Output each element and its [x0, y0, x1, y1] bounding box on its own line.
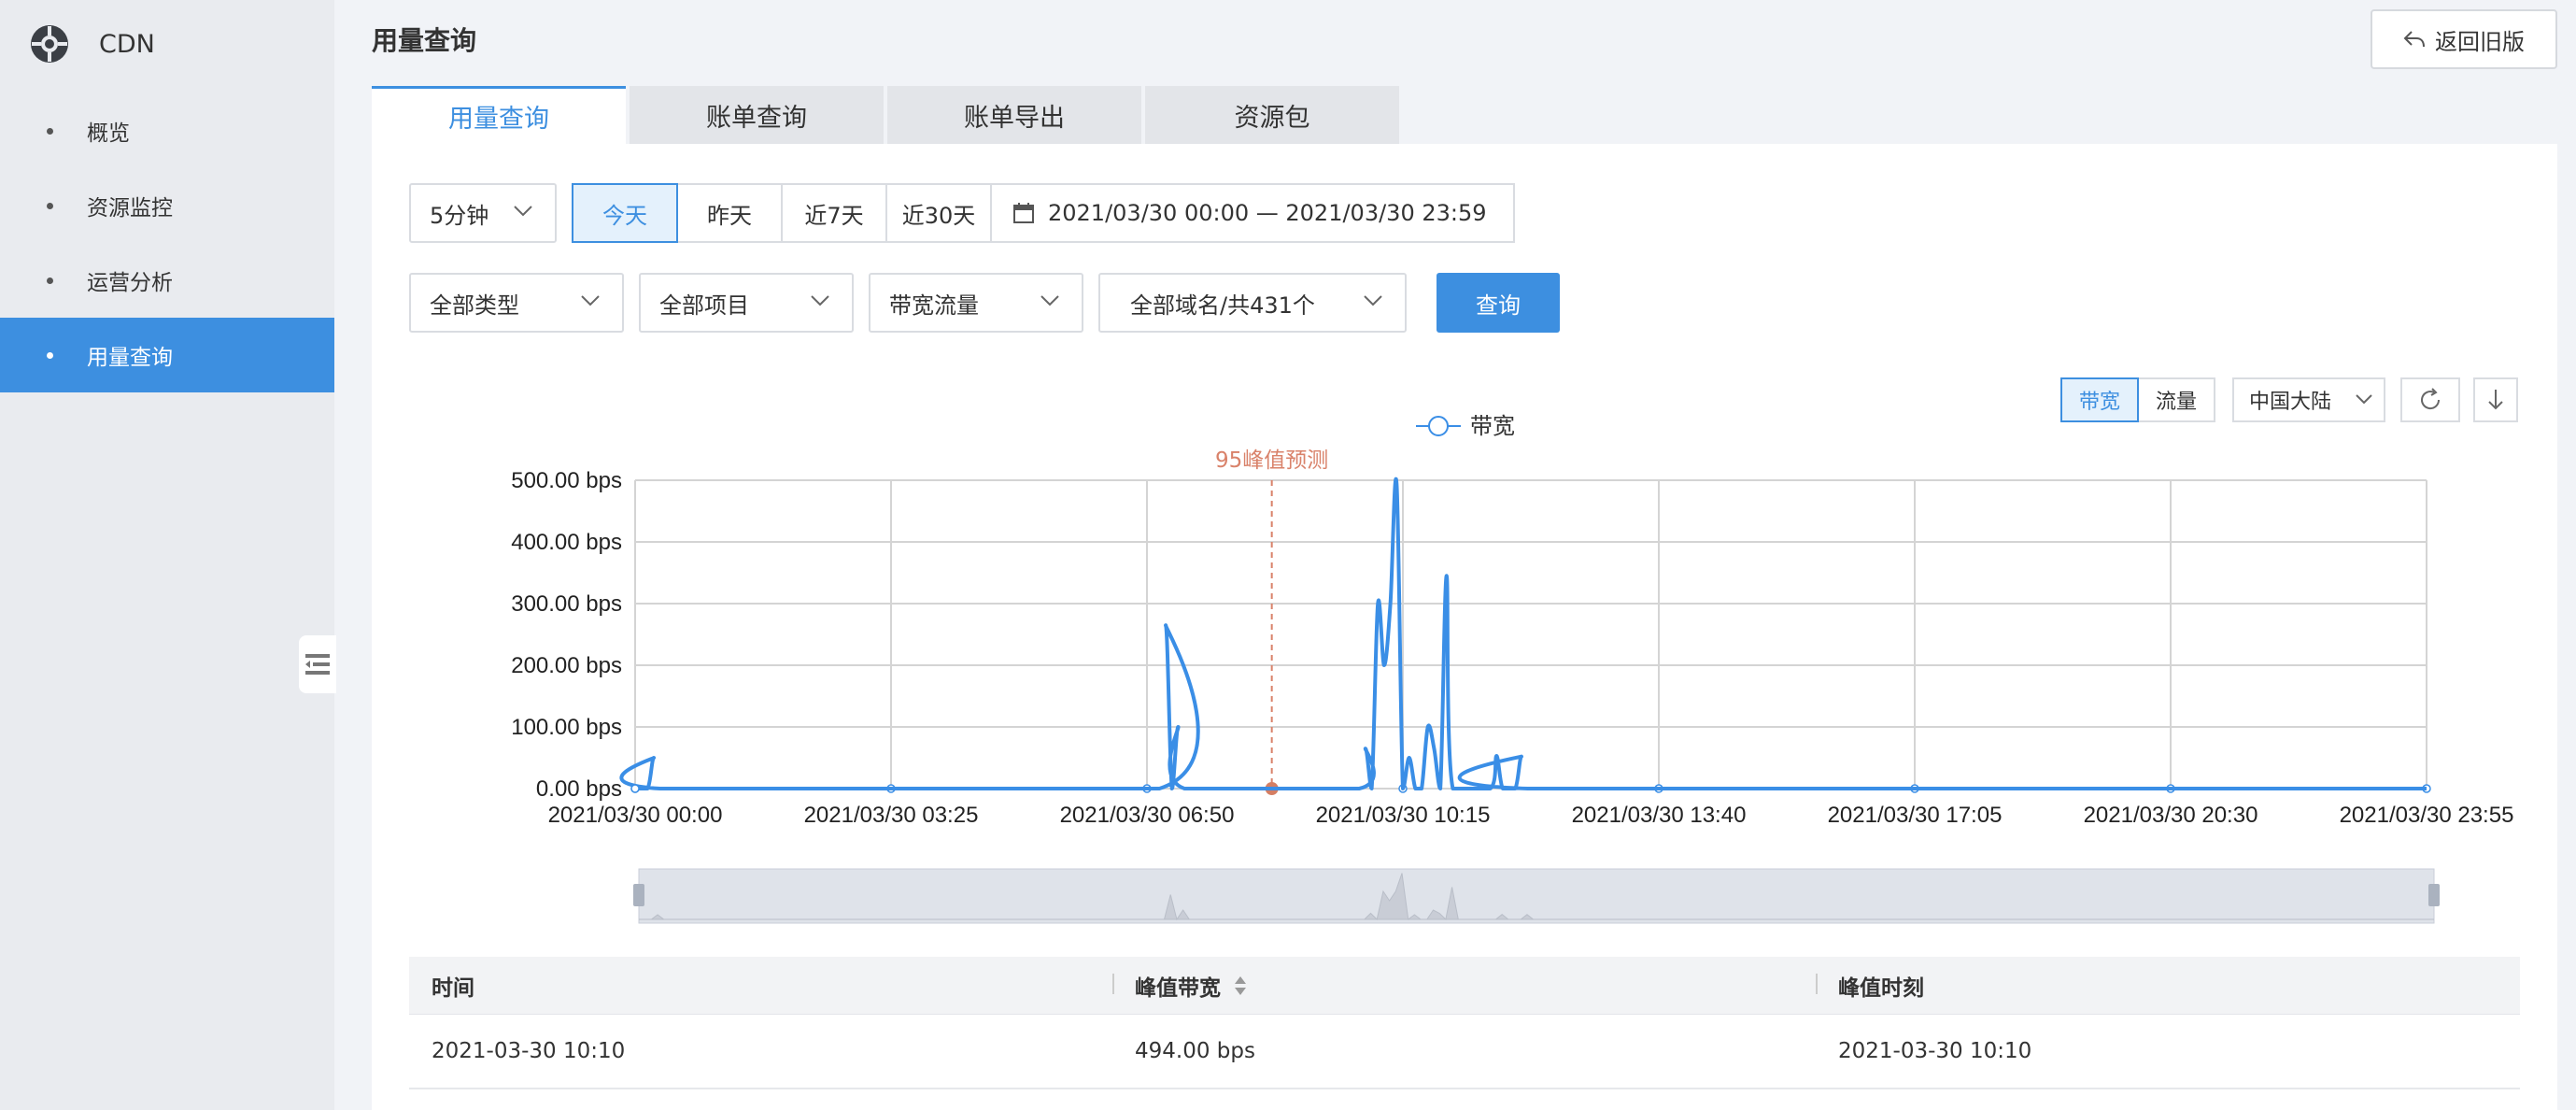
x-tick-label: 2021/03/30 03:25: [804, 803, 979, 828]
brand-name: CDN: [99, 29, 155, 59]
calendar-icon: [1013, 203, 1034, 223]
chart-legend[interactable]: 带宽: [1416, 413, 1515, 439]
back-label: 返回旧版: [2435, 28, 2525, 55]
x-tick-label: 2021/03/30 13:40: [1572, 803, 1747, 828]
range-today-button[interactable]: 今天: [572, 183, 678, 243]
x-tick-label: 2021/03/30 10:15: [1316, 803, 1491, 828]
bullet-icon: [47, 277, 53, 284]
tab-bar: 用量查询 账单查询 账单导出 资源包: [372, 86, 1403, 144]
interval-value: 5分钟: [430, 202, 489, 229]
sidebar: CDN 概览 资源监控 运营分析 用量查询: [0, 0, 334, 1110]
metric-select[interactable]: 带宽流量: [869, 273, 1083, 333]
column-header-peak-time: 峰值时刻: [1816, 970, 2519, 1002]
bullet-icon: [47, 351, 53, 359]
peak-table: 时间 峰值带宽 峰值时刻 2021-03-30 10:10 494.00 bps…: [409, 957, 2520, 1089]
bandwidth-toggle-button[interactable]: 带宽: [2060, 377, 2139, 422]
quick-range-group: 今天 昨天 近7天 近30天 2021/03/30 00:00 — 2021/0…: [572, 183, 1515, 243]
range-yesterday-button[interactable]: 昨天: [676, 183, 783, 243]
x-tick-label: 2021/03/30 06:50: [1060, 803, 1235, 828]
reply-arrow-icon: [2403, 31, 2425, 48]
x-tick-label: 2021/03/30 17:05: [1828, 803, 2003, 828]
table-row: 2021-03-30 10:10 494.00 bps 2021-03-30 1…: [409, 1015, 2520, 1089]
date-range-picker[interactable]: 2021/03/30 00:00 — 2021/03/30 23:59: [990, 183, 1515, 243]
column-label: 峰值时刻: [1838, 975, 1924, 1001]
data-zoom-slider[interactable]: [633, 868, 2440, 924]
column-header-peak-bandwidth[interactable]: 峰值带宽: [1112, 970, 1816, 1002]
y-tick-label: 200.00 bps: [511, 653, 622, 678]
project-value: 全部项目: [659, 292, 749, 319]
back-to-old-version-button[interactable]: 返回旧版: [2371, 9, 2557, 69]
tab-usage-query[interactable]: 用量查询: [372, 86, 626, 144]
zoom-handle-right[interactable]: [2428, 884, 2440, 906]
bullet-icon: [47, 202, 53, 209]
sidebar-item-label: 资源监控: [87, 196, 173, 221]
chevron-down-icon: [514, 206, 532, 217]
chevron-down-icon: [811, 295, 829, 306]
sort-icon[interactable]: [1234, 975, 1247, 997]
cell-peak-time: 2021-03-30 10:10: [1838, 1039, 2032, 1063]
x-axis: 2021/03/30 00:00 2021/03/30 03:25 2021/03/…: [548, 803, 2514, 828]
chevron-down-icon: [2356, 394, 2372, 405]
interval-select[interactable]: 5分钟: [409, 183, 557, 243]
query-button[interactable]: 查询: [1437, 273, 1560, 333]
peak-95-annotation: 95峰值预测: [1215, 448, 1328, 795]
zoom-handle-left[interactable]: [633, 884, 644, 906]
legend-label: 带宽: [1470, 413, 1515, 439]
date-range-value: 2021/03/30 00:00 — 2021/03/30 23:59: [1048, 200, 1487, 226]
series-start-point: [630, 784, 640, 793]
x-tick-label: 2021/03/30 00:00: [548, 803, 723, 828]
tab-bill-export[interactable]: 账单导出: [887, 86, 1141, 144]
column-header-time: 时间: [409, 970, 1112, 1002]
y-axis: 0.00 bps 100.00 bps 200.00 bps 300.00 bps 40…: [511, 468, 622, 802]
type-select[interactable]: 全部类型: [409, 273, 624, 333]
x-tick-label: 2021/03/30 23:55: [2340, 803, 2514, 828]
column-label: 时间: [432, 975, 474, 1001]
y-tick-label: 100.00 bps: [511, 715, 622, 740]
y-tick-label: 400.00 bps: [511, 530, 622, 555]
table-header: 时间 峰值带宽 峰值时刻: [409, 957, 2520, 1015]
range-7days-button[interactable]: 近7天: [781, 183, 887, 243]
sidebar-item-operation-analysis[interactable]: 运营分析: [0, 243, 334, 318]
project-select[interactable]: 全部项目: [639, 273, 854, 333]
tab-bill-query[interactable]: 账单查询: [630, 86, 884, 144]
range-30days-button[interactable]: 近30天: [885, 183, 992, 243]
sidebar-item-overview[interactable]: 概览: [0, 93, 334, 168]
brand[interactable]: CDN: [30, 21, 155, 67]
domain-value: 全部域名/共431个: [1130, 292, 1315, 319]
x-tick-label: 2021/03/30 20:30: [2084, 803, 2258, 828]
metric-value: 带宽流量: [889, 292, 979, 319]
sidebar-item-usage-query[interactable]: 用量查询: [0, 318, 334, 392]
legend-marker-icon: [1428, 416, 1449, 436]
collapse-menu-icon: [305, 654, 330, 675]
column-label: 峰值带宽: [1135, 975, 1221, 1001]
type-value: 全部类型: [430, 292, 519, 319]
sidebar-collapse-button[interactable]: [299, 635, 336, 693]
y-tick-label: 500.00 bps: [511, 468, 622, 493]
domain-select[interactable]: 全部域名/共431个: [1098, 273, 1407, 333]
chevron-down-icon: [1364, 295, 1382, 306]
bandwidth-series[interactable]: [619, 477, 2427, 793]
bullet-icon: [47, 127, 53, 135]
chevron-down-icon: [1040, 295, 1059, 306]
cell-peak-bandwidth: 494.00 bps: [1135, 1039, 1255, 1063]
tab-resource-package[interactable]: 资源包: [1145, 86, 1399, 144]
cdn-logo-icon: [31, 25, 68, 63]
zoom-track[interactable]: [638, 868, 2435, 924]
bandwidth-chart: 带宽 0.00 bps 100.00 bps 200.00 bps 300.00 bp…: [511, 413, 2514, 924]
bandwidth-line[interactable]: [619, 477, 2427, 791]
page-title: 用量查询: [372, 25, 477, 56]
sidebar-item-label: 运营分析: [87, 271, 173, 295]
sidebar-item-label: 用量查询: [87, 346, 173, 370]
sidebar-nav: 概览 资源监控 运营分析 用量查询: [0, 93, 334, 392]
chevron-down-icon: [581, 295, 600, 306]
y-tick-label: 0.00 bps: [536, 776, 622, 802]
cell-time: 2021-03-30 10:10: [432, 1039, 626, 1063]
sidebar-item-resource-monitor[interactable]: 资源监控: [0, 168, 334, 243]
sidebar-item-label: 概览: [87, 121, 130, 146]
chart-grid: [630, 479, 2431, 793]
annotation-label: 95峰值预测: [1215, 448, 1328, 473]
y-tick-label: 300.00 bps: [511, 591, 622, 617]
